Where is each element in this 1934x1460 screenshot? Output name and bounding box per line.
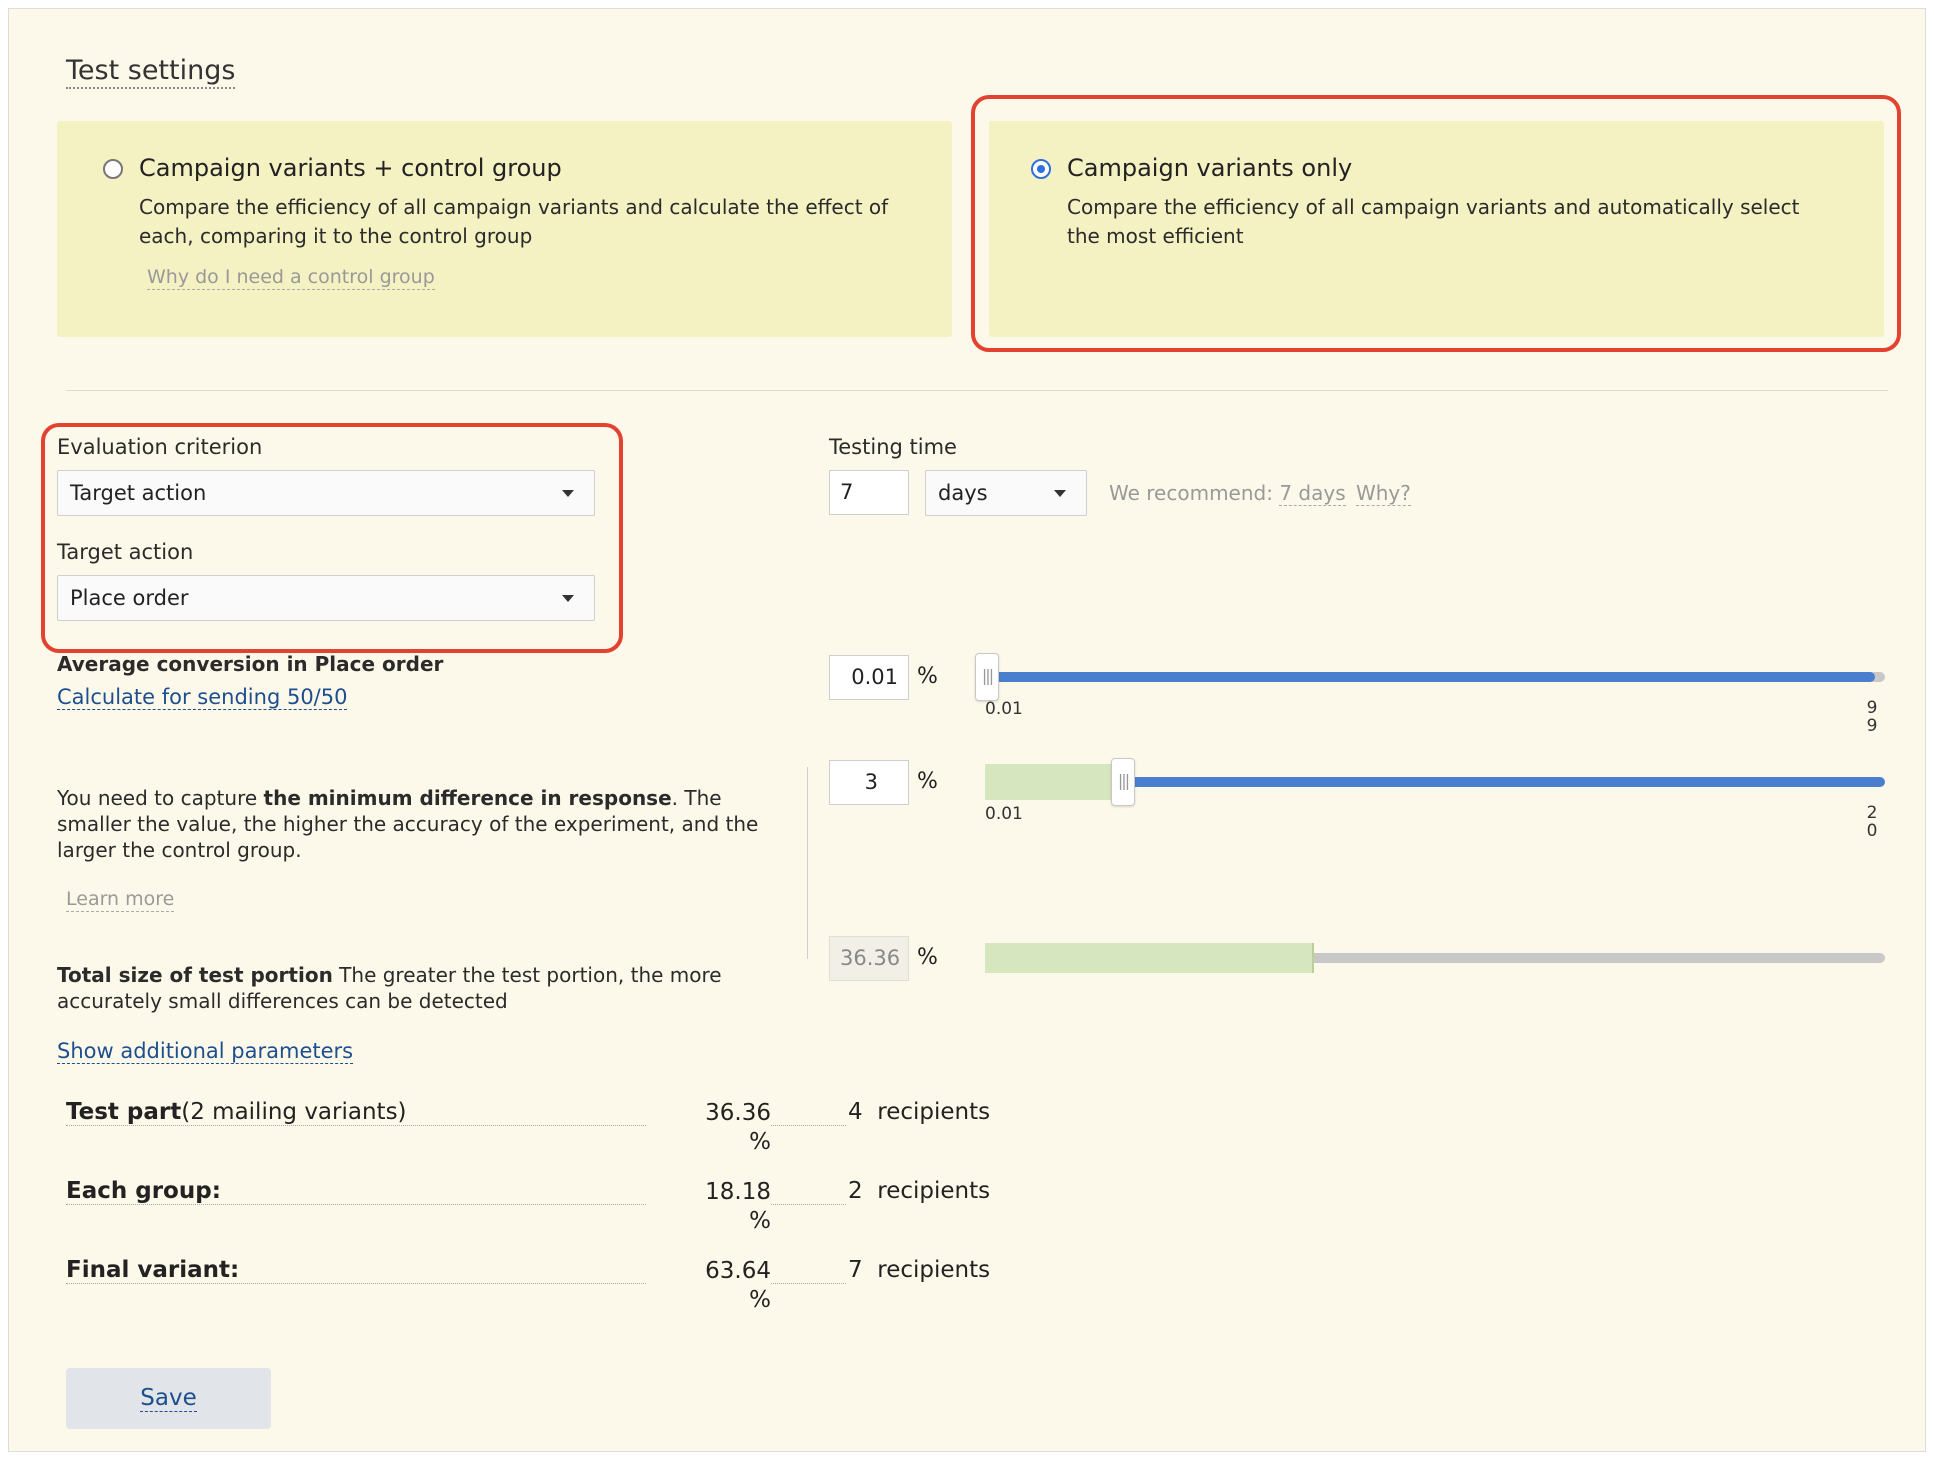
text-bold: the minimum difference in response — [263, 786, 672, 810]
min-difference-min-label: 0.01 — [985, 804, 1023, 824]
avg-conversion-max-label: 99 — [1866, 698, 1878, 736]
summary-percent: 63.64% — [646, 1257, 771, 1315]
caret-down-icon — [1054, 490, 1066, 497]
test-portion-fill — [985, 943, 1314, 973]
testing-time-recommendation: We recommend: 7 days Why? — [1109, 481, 1411, 506]
summary-row-each-group: Each group: 18.18% 2 recipients — [66, 1178, 991, 1248]
text: 7 — [848, 1257, 863, 1283]
testing-time-input[interactable]: 7 — [829, 470, 909, 515]
target-action-select[interactable]: Place order — [57, 575, 595, 621]
calculate-50-50-link[interactable]: Calculate for sending 50/50 — [57, 685, 348, 711]
summary-row-final-variant: Final variant: 63.64% 7 recipients — [66, 1257, 991, 1327]
text: (2 mailing variants) — [181, 1099, 407, 1125]
text: 2 — [848, 1178, 863, 1204]
avg-conversion-handle[interactable]: ||| — [975, 653, 999, 701]
min-difference-max-label: 20 — [1866, 803, 1878, 841]
summary-recipients: 7 recipients — [844, 1257, 991, 1283]
text: % — [749, 1287, 771, 1313]
option-title: Campaign variants + control group — [139, 154, 562, 182]
min-difference-input[interactable]: 3 — [829, 760, 909, 805]
summary-percent: 36.36% — [646, 1099, 771, 1157]
save-button-label: Save — [140, 1385, 197, 1412]
text-bold: Final variant: — [66, 1257, 240, 1283]
learn-more-link[interactable]: Learn more — [66, 888, 175, 912]
text-bold: Each group: — [66, 1178, 221, 1204]
caret-down-icon — [562, 595, 574, 602]
min-difference-handle[interactable]: ||| — [1111, 758, 1135, 806]
test-portion-value: 36.36 — [829, 936, 909, 981]
summary-recipients: 2 recipients — [844, 1178, 991, 1204]
summary-label: Test part(2 mailing variants) — [66, 1099, 410, 1125]
test-settings-panel: Test settings Campaign variants + contro… — [8, 8, 1926, 1452]
save-button[interactable]: Save — [66, 1368, 271, 1429]
percent-sign: % — [917, 945, 938, 970]
show-additional-parameters-link[interactable]: Show additional parameters — [57, 1039, 354, 1065]
control-group-help-link[interactable]: Why do I need a control group — [147, 266, 435, 290]
percent-sign: % — [917, 664, 938, 689]
summary-row-test-part: Test part(2 mailing variants) 36.36% 4 r… — [66, 1099, 991, 1169]
text: % — [749, 1129, 771, 1155]
text: You need to capture — [57, 786, 264, 810]
min-difference-description: You need to capture the minimum differen… — [57, 785, 797, 863]
text: recipients — [877, 1257, 991, 1283]
text-bold: Total size of test portion — [57, 963, 333, 987]
why-link[interactable]: Why? — [1355, 481, 1411, 506]
text: 36.36 — [705, 1100, 771, 1126]
select-value: days — [938, 481, 988, 505]
percent-sign: % — [917, 769, 938, 794]
recommend-prefix: We recommend: — [1109, 481, 1273, 505]
min-difference-range-fill — [985, 764, 1120, 800]
avg-conversion-label: Average conversion in Place order — [57, 652, 444, 676]
select-value: Target action — [70, 481, 207, 505]
avg-conversion-min-label: 0.01 — [985, 699, 1023, 719]
summary-label: Each group: — [66, 1178, 224, 1204]
radio-control-group[interactable] — [103, 159, 123, 179]
test-portion-description: Total size of test portion The greater t… — [57, 962, 797, 1014]
text: % — [749, 1208, 771, 1234]
caret-down-icon — [562, 490, 574, 497]
testing-time-unit-select[interactable]: days — [925, 470, 1087, 516]
bracket-line — [807, 767, 808, 959]
section-title: Test settings — [66, 55, 236, 90]
testing-time-label: Testing time — [829, 435, 957, 459]
text: 63.64 — [705, 1258, 771, 1284]
text: recipients — [877, 1099, 991, 1125]
divider — [66, 390, 1888, 391]
avg-conversion-input[interactable]: 0.01 — [829, 655, 909, 700]
summary-percent: 18.18% — [646, 1178, 771, 1236]
option-description: Compare the efficiency of all campaign v… — [139, 195, 889, 248]
summary-label: Final variant: — [66, 1257, 243, 1283]
evaluation-criterion-select[interactable]: Target action — [57, 470, 595, 516]
highlight-frame — [971, 95, 1901, 352]
text: recipients — [877, 1178, 991, 1204]
text: 4 — [848, 1099, 863, 1125]
option-card-control-group[interactable]: Campaign variants + control group Compar… — [57, 121, 952, 337]
summary-recipients: 4 recipients — [844, 1099, 991, 1125]
avg-conversion-track-fill — [995, 672, 1875, 682]
select-value: Place order — [70, 586, 189, 610]
target-action-label: Target action — [57, 540, 194, 564]
evaluation-criterion-label: Evaluation criterion — [57, 435, 263, 459]
recommend-value-link[interactable]: 7 days — [1279, 481, 1346, 506]
text-bold: Test part — [66, 1099, 182, 1125]
text: 18.18 — [705, 1179, 771, 1205]
